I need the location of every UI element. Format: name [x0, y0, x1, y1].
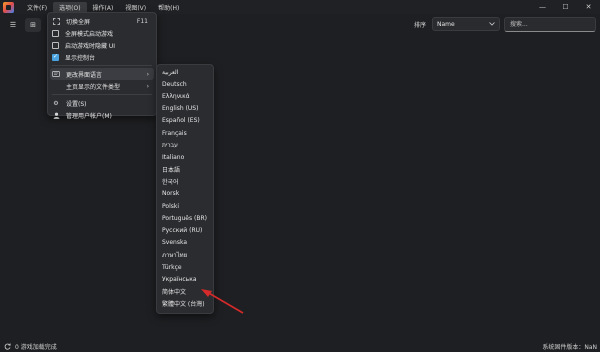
language-option[interactable]: Italiano — [157, 151, 213, 163]
language-option[interactable]: 简体中文 — [157, 285, 213, 297]
language-option[interactable]: ภาษาไทย — [157, 249, 213, 261]
language-option[interactable]: עברית — [157, 139, 213, 151]
chevron-right-icon: › — [146, 82, 149, 90]
menu-options[interactable]: 选项(O) — [53, 1, 87, 13]
language-option[interactable]: Українська — [157, 273, 213, 285]
language-option[interactable]: 繁體中文 (台灣) — [157, 298, 213, 310]
language-option[interactable]: Polski — [157, 200, 213, 212]
menu-bar: 文件(F) 选项(O) 操作(A) 视图(V) 帮助(H) — [21, 1, 185, 13]
fullscreen-shortcut: F11 — [136, 17, 148, 25]
language-icon — [52, 70, 60, 78]
loading-text: 0 游戏加载完成 — [15, 343, 57, 351]
list-view-button[interactable]: ☰ — [5, 18, 21, 32]
menu-separator — [52, 65, 152, 66]
gear-icon: ⚙ — [53, 99, 59, 107]
sort-select[interactable]: Name — [432, 17, 500, 31]
toggle-fullscreen-item[interactable]: 切换全屏 F11 — [48, 15, 156, 27]
language-option[interactable]: Português (BR) — [157, 212, 213, 224]
version-text: 系统固件版本：NaN — [542, 343, 597, 351]
fullscreen-icon — [52, 17, 60, 25]
hide-ui-checkbox[interactable] — [52, 41, 59, 49]
refresh-icon — [4, 343, 11, 350]
user-icon — [52, 111, 60, 119]
fullscreen-startup-label: 全屏模式启动游戏 — [65, 30, 114, 38]
status-bar: 0 游戏加载完成 系统固件版本：NaN — [0, 340, 600, 352]
show-console-label: 显示控制台 — [65, 54, 96, 62]
hide-ui-label: 启动游戏时隐藏 UI — [65, 42, 116, 50]
language-option[interactable]: Deutsch — [157, 78, 213, 90]
grid-view-button[interactable]: ⊞ — [25, 18, 41, 32]
language-option[interactable]: Français — [157, 127, 213, 139]
minimize-button[interactable]: — — [531, 0, 554, 14]
fullscreen-startup-item[interactable]: 全屏模式启动游戏 — [48, 27, 156, 39]
language-option[interactable]: Ελληνικά — [157, 90, 213, 102]
language-option[interactable]: English (US) — [157, 103, 213, 115]
language-option[interactable]: العربية — [157, 66, 213, 78]
fullscreen-startup-checkbox[interactable] — [52, 29, 59, 37]
maximize-button[interactable]: ☐ — [554, 0, 577, 14]
show-console-checkbox[interactable] — [52, 53, 59, 61]
chevron-right-icon: › — [146, 70, 149, 78]
options-dropdown: 切换全屏 F11 全屏模式启动游戏 启动游戏时隐藏 UI 显示控制台 更改界面语… — [47, 12, 157, 120]
settings-label: 设置(S) — [66, 100, 87, 108]
settings-item[interactable]: ⚙ 设置(S) — [48, 97, 156, 109]
close-button[interactable]: ✕ — [577, 0, 600, 14]
language-option[interactable]: Русский (RU) — [157, 224, 213, 236]
menu-file[interactable]: 文件(F) — [21, 2, 53, 13]
show-console-item[interactable]: 显示控制台 — [48, 51, 156, 63]
toggle-fullscreen-label: 切换全屏 — [66, 18, 91, 26]
change-language-label: 更改界面语言 — [66, 71, 103, 79]
main-file-types-item[interactable]: 主页显示的文件类型 › — [48, 80, 156, 92]
sort-label: 排序 — [414, 22, 427, 29]
language-option[interactable]: 日本語 — [157, 164, 213, 176]
change-language-item[interactable]: 更改界面语言 › — [50, 68, 154, 80]
language-option[interactable]: 한국어 — [157, 176, 213, 188]
search-input[interactable] — [504, 17, 596, 32]
hide-ui-item[interactable]: 启动游戏时隐藏 UI — [48, 39, 156, 51]
language-submenu: العربية Deutsch Ελληνικά English (US) Es… — [156, 64, 214, 314]
manage-accounts-item[interactable]: 管理用户帐户(M) — [48, 109, 156, 121]
main-file-types-label: 主页显示的文件类型 — [66, 83, 121, 91]
app-logo — [3, 1, 14, 13]
manage-accounts-label: 管理用户帐户(M) — [66, 112, 112, 120]
language-option[interactable]: Svenska — [157, 237, 213, 249]
language-option[interactable]: Türkçe — [157, 261, 213, 273]
sort-value: Name — [437, 20, 455, 28]
list-view-icon: ☰ — [9, 21, 17, 29]
menu-actions[interactable]: 操作(A) — [87, 2, 120, 13]
grid-view-icon: ⊞ — [30, 21, 36, 29]
menu-separator — [52, 94, 152, 95]
chevron-down-icon — [489, 22, 495, 26]
menu-help[interactable]: 帮助(H) — [152, 2, 185, 13]
status-loading: 0 游戏加载完成 — [4, 342, 57, 351]
menu-view[interactable]: 视图(V) — [119, 2, 152, 13]
window-controls: — ☐ ✕ — [531, 0, 600, 14]
file-types-icon — [52, 82, 60, 90]
language-option[interactable]: Norsk — [157, 188, 213, 200]
language-option[interactable]: Español (ES) — [157, 115, 213, 127]
